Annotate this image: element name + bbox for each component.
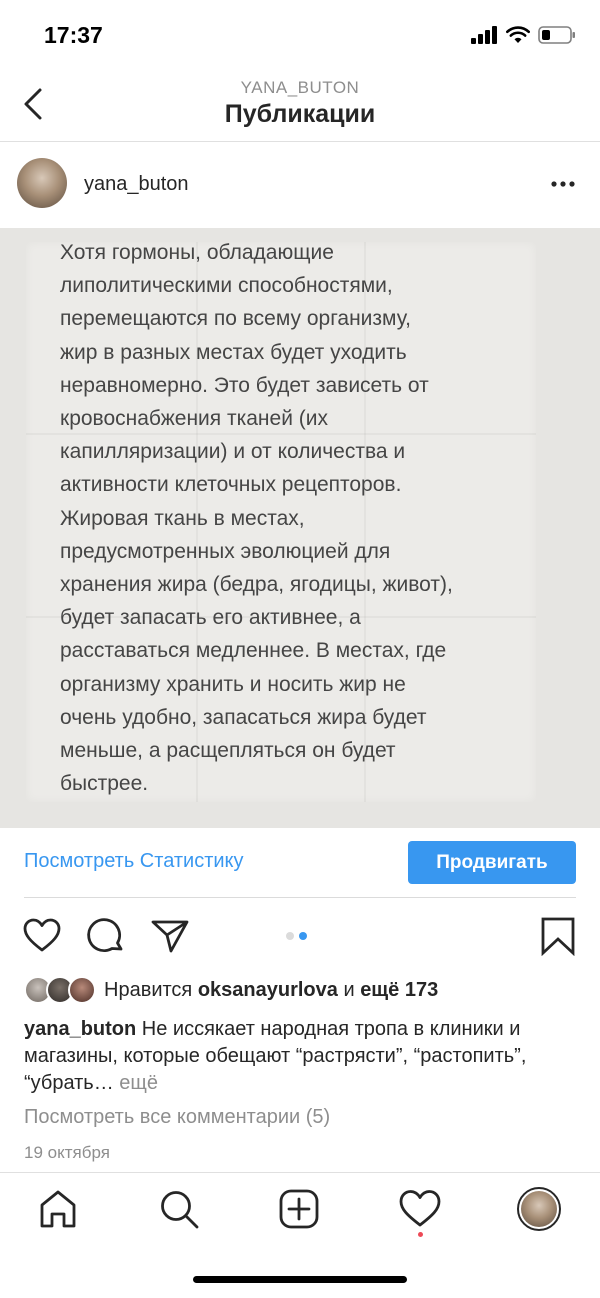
send-icon[interactable] (150, 916, 190, 956)
insights-row: Посмотреть Статистику Продвигать (0, 828, 600, 898)
wifi-icon (506, 26, 530, 43)
header-username: YANA_BUTON (240, 78, 360, 97)
signal-icon (471, 26, 497, 44)
heart-icon[interactable] (22, 916, 62, 956)
likes-prefix: Нравится (104, 979, 198, 1001)
avatar[interactable] (17, 158, 67, 208)
caption-more-link[interactable]: ещё (114, 1072, 158, 1094)
notification-dot (418, 1232, 423, 1237)
profile-tab-avatar[interactable] (517, 1187, 561, 1231)
view-comments-link[interactable]: Посмотреть все комментарии (5) (24, 1106, 330, 1129)
status-time: 17:37 (44, 22, 103, 48)
battery-icon (538, 26, 575, 44)
carousel-indicator (286, 932, 307, 940)
carousel-dot (286, 932, 294, 940)
avatar (68, 976, 96, 1004)
activity-icon[interactable] (398, 1187, 442, 1231)
search-icon[interactable] (157, 1187, 201, 1231)
status-bar: 17:37 (0, 0, 600, 70)
post-header: yana_buton (0, 142, 600, 228)
new-post-icon[interactable] (277, 1187, 321, 1231)
avatar (521, 1191, 557, 1227)
carousel-dot-active (299, 932, 307, 940)
home-icon[interactable] (36, 1187, 80, 1231)
liker-avatars[interactable] (24, 976, 96, 1004)
post-image-text: Хотя гормоны, обладающие липолитическими… (60, 241, 453, 796)
post-image[interactable]: Хотя гормоны, обладающие липолитическими… (0, 228, 600, 828)
post-date: 19 октября (24, 1143, 110, 1162)
status-icons (471, 26, 576, 44)
likes-row: Нравится oksanayurlova и ещё 173 (0, 972, 600, 1012)
post-username[interactable]: yana_buton (84, 173, 189, 196)
likes-count[interactable]: ещё 173 (360, 979, 438, 1001)
post-actions (0, 898, 600, 972)
home-indicator[interactable] (193, 1276, 407, 1283)
likes-connector: и (337, 979, 361, 1001)
bookmark-icon[interactable] (538, 916, 578, 956)
view-insights-link[interactable]: Посмотреть Статистику (24, 850, 244, 873)
caption-username[interactable]: yana_buton (24, 1018, 136, 1040)
liker-username[interactable]: oksanayurlova (198, 979, 338, 1001)
caption: yana_buton Не иссякает народная тропа в … (24, 1016, 580, 1097)
more-horizontal-icon[interactable] (548, 172, 578, 196)
page-title: Публикации (224, 100, 376, 128)
comment-icon[interactable] (86, 916, 126, 956)
promote-button[interactable]: Продвигать (408, 841, 576, 884)
likes-text[interactable]: Нравится oksanayurlova и ещё 173 (104, 979, 438, 1002)
nav-header: YANA_BUTON Публикации (0, 70, 600, 142)
